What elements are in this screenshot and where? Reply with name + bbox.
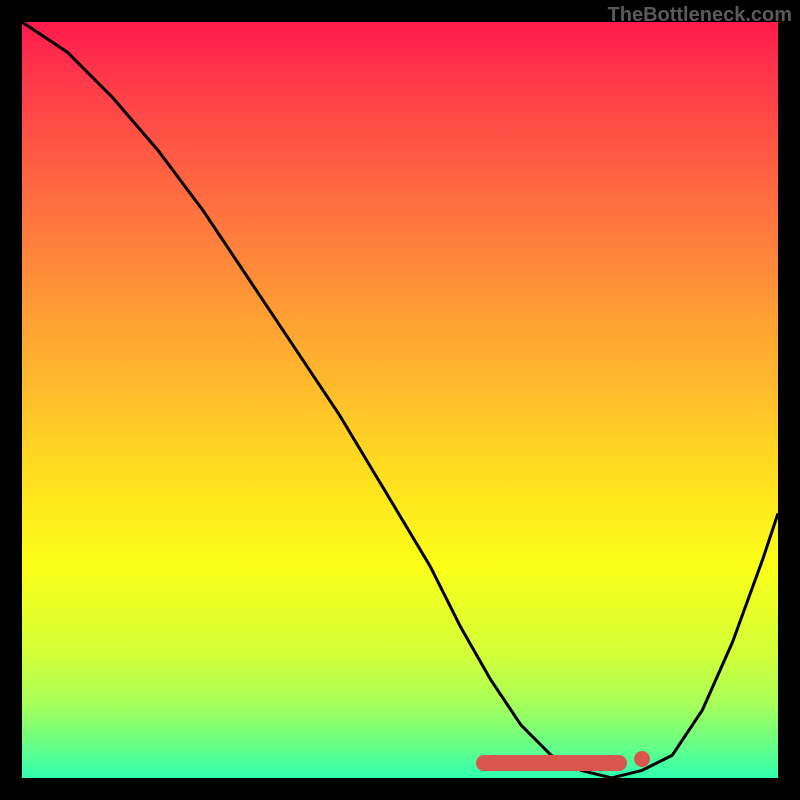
highlight-dot [634, 751, 650, 767]
highlight-band [476, 755, 627, 771]
watermark-text: TheBottleneck.com [608, 4, 792, 27]
bottleneck-curve [22, 22, 778, 778]
chart-plot-area [22, 22, 778, 778]
